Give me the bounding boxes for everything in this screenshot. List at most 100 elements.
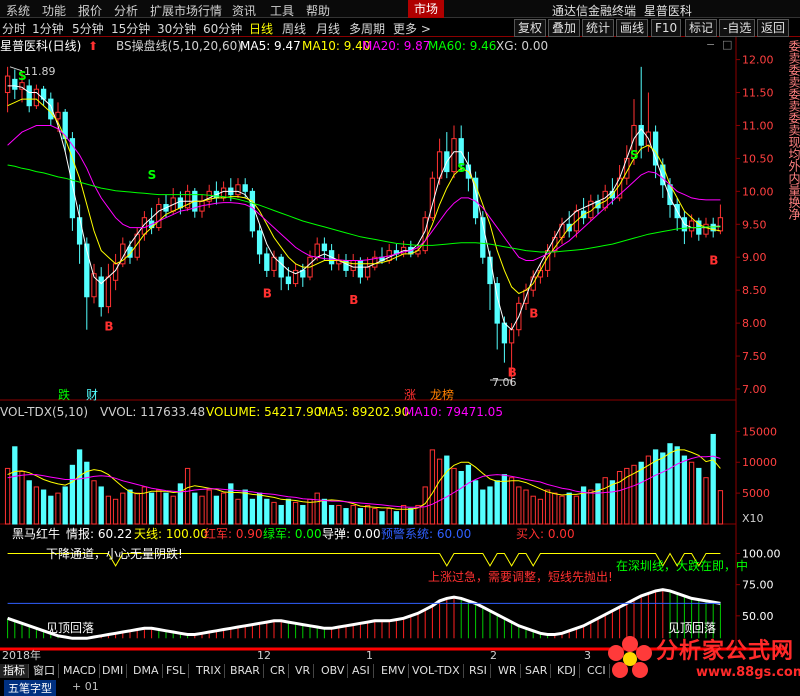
tab-vr[interactable]: VR: [292, 664, 315, 678]
period-1min[interactable]: 1分钟: [32, 20, 64, 37]
marker-longbang: 龙榜: [430, 387, 454, 402]
marker-cai: 财: [86, 388, 98, 402]
volume-bar-14: [105, 495, 112, 525]
menu-news[interactable]: 资讯: [232, 2, 256, 19]
period-60min[interactable]: 60分钟: [203, 20, 242, 37]
toolbar-f10-button[interactable]: F10: [651, 19, 682, 37]
buy-signal-1: B: [263, 287, 272, 301]
toolbar-mark-button[interactable]: 标记: [685, 19, 718, 37]
period-weekly[interactable]: 周线: [282, 20, 306, 37]
volume-bar-26: [192, 492, 198, 525]
candle-body-34: [249, 190, 256, 232]
price-ma5-readout: MA5: 9.47: [240, 39, 301, 53]
price-tick-label-5: 9.50: [742, 218, 767, 231]
menu-system[interactable]: 系统: [6, 2, 30, 19]
watermark-brand: 分析家公式网: [656, 639, 795, 664]
volume-bar-15: [112, 498, 119, 525]
candle-body-44: [321, 243, 328, 252]
period-30min[interactable]: 30分钟: [157, 20, 196, 37]
price-tick-label-3: 8.50: [742, 284, 767, 297]
volume-bar-37: [271, 501, 277, 525]
tab-trix[interactable]: TRIX: [193, 664, 226, 678]
tab-asi[interactable]: ASI: [349, 664, 374, 678]
volume-bar-7: [55, 492, 61, 525]
volume-bar-91: [660, 452, 666, 525]
period-5min[interactable]: 5分钟: [72, 20, 104, 37]
period-15min[interactable]: 15分钟: [111, 20, 150, 37]
tab-fsl[interactable]: FSL: [163, 664, 190, 678]
vol-tick-label-1: 10000: [742, 456, 777, 469]
signal-downtrend-note: 下降通道，小心无量阴跌!: [46, 546, 183, 561]
time-label-3: 3: [584, 649, 591, 662]
menu-quote[interactable]: 报价: [78, 2, 102, 19]
candle-body-14: [105, 276, 112, 308]
menu-market-tab[interactable]: 市场: [408, 0, 445, 18]
tab-dma[interactable]: DMA: [130, 664, 163, 678]
volume-bar-0: [4, 467, 11, 525]
signal-overheat-note: 上涨过急，需要调整，短线先抛出!: [428, 569, 613, 584]
volume-bar-95: [688, 461, 695, 525]
volume-bar-68: [494, 480, 500, 525]
tab-obv[interactable]: OBV: [318, 664, 349, 678]
panel-restore-icon[interactable]: □: [722, 39, 732, 50]
period-bar: 分时 1分钟 5分钟 15分钟 30分钟 60分钟 日线 周线 月线 多周期 更…: [0, 18, 800, 37]
tab-rsi[interactable]: RSI: [466, 664, 491, 678]
volume-bar-58: [422, 486, 428, 525]
menu-help[interactable]: 帮助: [306, 2, 330, 19]
panel-minimize-icon[interactable]: −: [706, 39, 716, 50]
tab-wr[interactable]: WR: [495, 664, 521, 678]
kline-chart[interactable]: 7.00 7.50 8.00 8.50 9.00 9.50 10.00 10.50 11.00 1…: [0, 37, 800, 664]
volume-bar-45: [328, 504, 335, 525]
period-intraday[interactable]: 分时: [2, 20, 26, 37]
tab-sar[interactable]: SAR: [522, 664, 552, 678]
volume-bar-33: [242, 489, 248, 525]
menu-bar: 系统 功能 报价 分析 扩展市场行情 资讯 工具 帮助 市场 通达信金融终端 星…: [0, 0, 800, 18]
toolbar-back-button[interactable]: 返回: [757, 19, 790, 37]
toolbar-watchlist-button[interactable]: -自选: [719, 19, 756, 37]
menu-analysis[interactable]: 分析: [114, 2, 138, 19]
volume-bar-17: [127, 489, 133, 525]
toolbar-stats-button[interactable]: 统计: [582, 19, 615, 37]
volume-bar-88: [638, 461, 644, 525]
volume-bar-71: [516, 486, 522, 525]
tab-indicator[interactable]: 指标: [0, 664, 29, 678]
vol-tick-label-2: 15000: [742, 425, 777, 438]
tab-brar[interactable]: BRAR: [227, 664, 264, 678]
volume-vvol-readout: VVOL: 117633.48: [100, 405, 205, 419]
volume-bar-93: [674, 446, 680, 525]
volume-bar-5: [40, 489, 47, 525]
period-more[interactable]: 更多 >: [393, 20, 431, 37]
price-ma5-line: [7, 85, 721, 331]
menu-function[interactable]: 功能: [42, 2, 66, 19]
period-monthly[interactable]: 月线: [316, 20, 340, 37]
volume-bar-56: [408, 508, 414, 525]
price-ma20-readout: MA20: 9.87: [362, 39, 430, 53]
tab-vol-tdx[interactable]: VOL-TDX: [409, 664, 464, 678]
time-label-1: 1: [366, 649, 373, 662]
volume-bar-18: [134, 492, 140, 525]
menu-tools[interactable]: 工具: [270, 2, 294, 19]
tab-kdj[interactable]: KDJ: [554, 664, 580, 678]
tab-emv[interactable]: EMV: [378, 664, 409, 678]
toolbar-overlay-button[interactable]: 叠加: [548, 19, 581, 37]
volume-bar-34: [249, 498, 256, 525]
menu-ext-market[interactable]: 扩展市场行情: [150, 2, 222, 19]
candle-body-1: [12, 78, 18, 90]
high-price-label: 11.89: [24, 65, 56, 78]
period-daily[interactable]: 日线: [249, 20, 273, 37]
volume-bar-39: [285, 498, 292, 525]
volume-bar-54: [393, 511, 400, 525]
volume-bar-32: [235, 498, 241, 525]
sell-signal-2: S: [457, 161, 466, 175]
candle-body-33: [242, 184, 248, 192]
toolbar-draw-button[interactable]: 画线: [616, 19, 649, 37]
period-multi[interactable]: 多周期: [349, 20, 385, 37]
tab-macd[interactable]: MACD: [60, 664, 100, 678]
tab-window[interactable]: 窗口: [30, 664, 59, 678]
toolbar-fuquan-button[interactable]: 复权: [514, 19, 547, 37]
tab-cr[interactable]: CR: [267, 664, 290, 678]
tab-dmi[interactable]: DMI: [99, 664, 128, 678]
volume-bar-69: [501, 474, 508, 525]
volume-bar-67: [487, 486, 493, 525]
volume-bar-75: [544, 489, 551, 525]
